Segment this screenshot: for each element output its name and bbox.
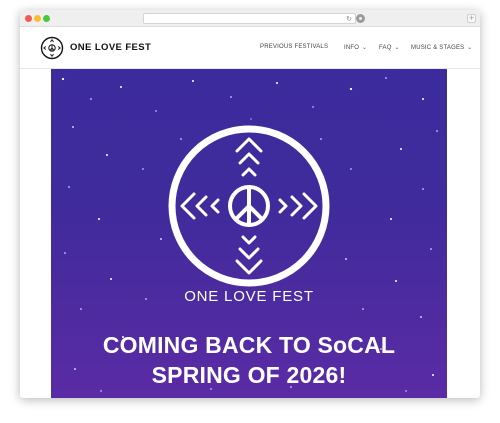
site-header: ONE LOVE FEST PREVIOUS FESTIVALS INFO ⌄ … xyxy=(20,27,480,69)
peace-emblem-logo[interactable] xyxy=(40,36,64,60)
browser-toolbar: ↻ + xyxy=(20,10,480,27)
extension-icon[interactable] xyxy=(356,14,365,23)
nav-label: MUSIC & STAGES xyxy=(411,45,465,51)
chevron-down-icon: ⌄ xyxy=(465,45,473,51)
chevron-down-icon: ⌄ xyxy=(392,45,400,51)
hero-headline-line-1: COMING BACK TO SoCAL xyxy=(102,332,396,358)
hero-headline-line-2: SPRING OF 2026! xyxy=(151,362,347,388)
nav-faq[interactable]: FAQ ⌄ xyxy=(379,44,400,51)
nav-label: FAQ xyxy=(379,45,392,51)
address-bar[interactable]: ↻ xyxy=(143,13,356,24)
browser-window: ↻ + ONE LOVE FEST PREVIOUS FESTIVALS INF… xyxy=(20,10,480,398)
nav-music-stages[interactable]: MUSIC & STAGES ⌄ xyxy=(411,44,472,51)
maximize-window-button[interactable] xyxy=(43,15,50,22)
chevron-down-icon: ⌄ xyxy=(360,45,368,51)
nav-label: PREVIOUS FESTIVALS xyxy=(260,44,329,50)
hero-banner: ONE LOVE FEST COMING BACK TO SoCAL SPRIN… xyxy=(51,69,447,398)
close-window-button[interactable] xyxy=(25,15,32,22)
site-brand[interactable]: ONE LOVE FEST xyxy=(70,42,151,53)
reload-icon[interactable]: ↻ xyxy=(346,15,352,23)
hero-brand-title: ONE LOVE FEST xyxy=(184,288,314,305)
nav-info[interactable]: INFO ⌄ xyxy=(344,44,367,51)
nav-label: INFO xyxy=(344,45,360,51)
nav-previous-festivals[interactable]: PREVIOUS FESTIVALS xyxy=(260,44,328,50)
minimize-window-button[interactable] xyxy=(34,15,41,22)
new-tab-button[interactable]: + xyxy=(467,14,476,23)
